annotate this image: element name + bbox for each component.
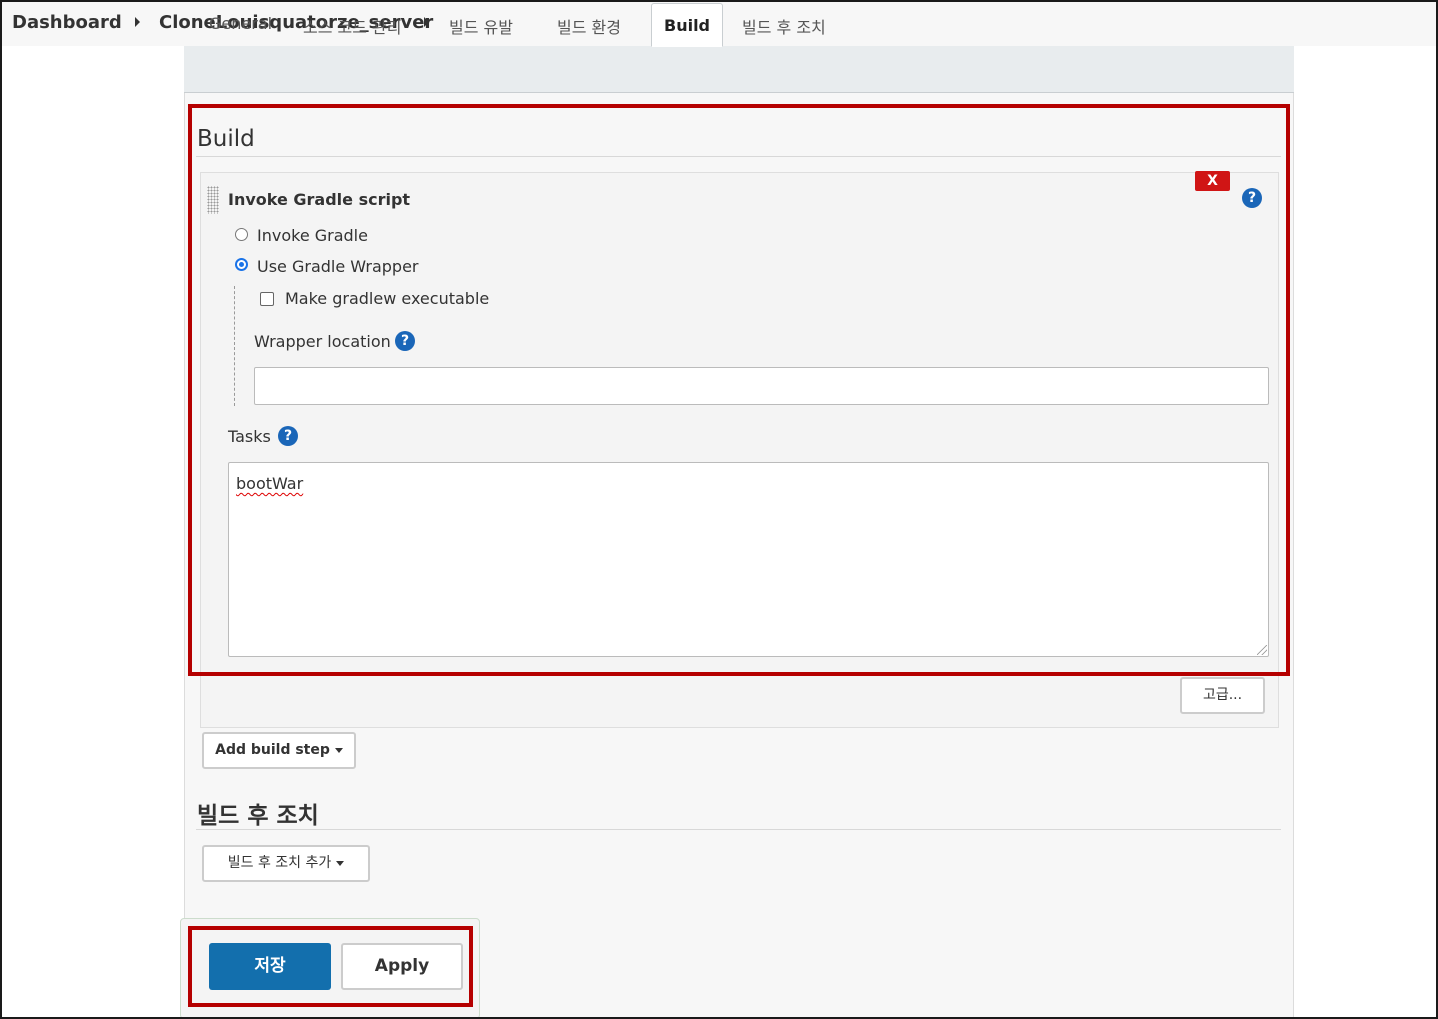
radio-use-gradle-wrapper[interactable] [235,258,248,271]
add-build-step-label: Add build step [215,742,330,758]
radio-invoke-gradle-label: Invoke Gradle [257,226,368,245]
tasks-textarea[interactable] [228,462,1269,657]
wrapper-location-help-icon[interactable]: ? [395,331,415,351]
tasks-label: Tasks [228,427,271,446]
tab-post-build[interactable]: 빌드 후 조치 [742,14,826,38]
make-gradlew-executable-label: Make gradlew executable [285,289,490,308]
tasks-help-icon[interactable]: ? [278,426,298,446]
section-divider [196,829,1281,830]
radio-invoke-gradle[interactable] [235,228,248,241]
resize-handle-icon[interactable] [1257,645,1267,655]
nested-options-guide [234,286,235,406]
tab-build-environment[interactable]: 빌드 환경 [557,14,621,38]
breadcrumb-separator-icon[interactable] [424,17,429,27]
help-icon[interactable]: ? [1242,188,1262,208]
chevron-down-icon [334,747,343,753]
tab-build[interactable]: Build [651,3,724,47]
tab-bar [184,46,1294,93]
chevron-down-icon [336,860,345,866]
breadcrumb-dashboard[interactable]: Dashboard [12,12,122,33]
radio-use-gradle-wrapper-label: Use Gradle Wrapper [257,257,419,276]
tasks-value: bootWar [236,474,304,493]
post-build-section-title: 빌드 후 조치 [197,803,319,829]
tab-source-code[interactable]: 소스 코드 관리 [303,14,402,38]
wrapper-location-input[interactable] [254,367,1269,405]
tab-general[interactable]: General [209,14,272,33]
section-divider [196,156,1281,157]
add-post-build-action-button[interactable]: 빌드 후 조치 추가 [202,845,370,882]
wrapper-location-label: Wrapper location [254,332,391,351]
build-section-title: Build [197,126,255,152]
apply-button[interactable]: Apply [341,943,463,990]
breadcrumb-separator-icon[interactable] [135,17,140,27]
advanced-button[interactable]: 고급... [1180,677,1265,714]
save-button[interactable]: 저장 [209,943,331,990]
add-post-build-action-label: 빌드 후 조치 추가 [227,855,332,871]
tab-build-triggers[interactable]: 빌드 유발 [449,14,513,38]
make-gradlew-executable-checkbox[interactable] [260,292,274,306]
build-step-title: Invoke Gradle script [228,190,411,209]
drag-handle-icon[interactable] [207,186,219,214]
delete-step-button[interactable]: X [1195,171,1230,191]
add-build-step-button[interactable]: Add build step [202,732,356,769]
